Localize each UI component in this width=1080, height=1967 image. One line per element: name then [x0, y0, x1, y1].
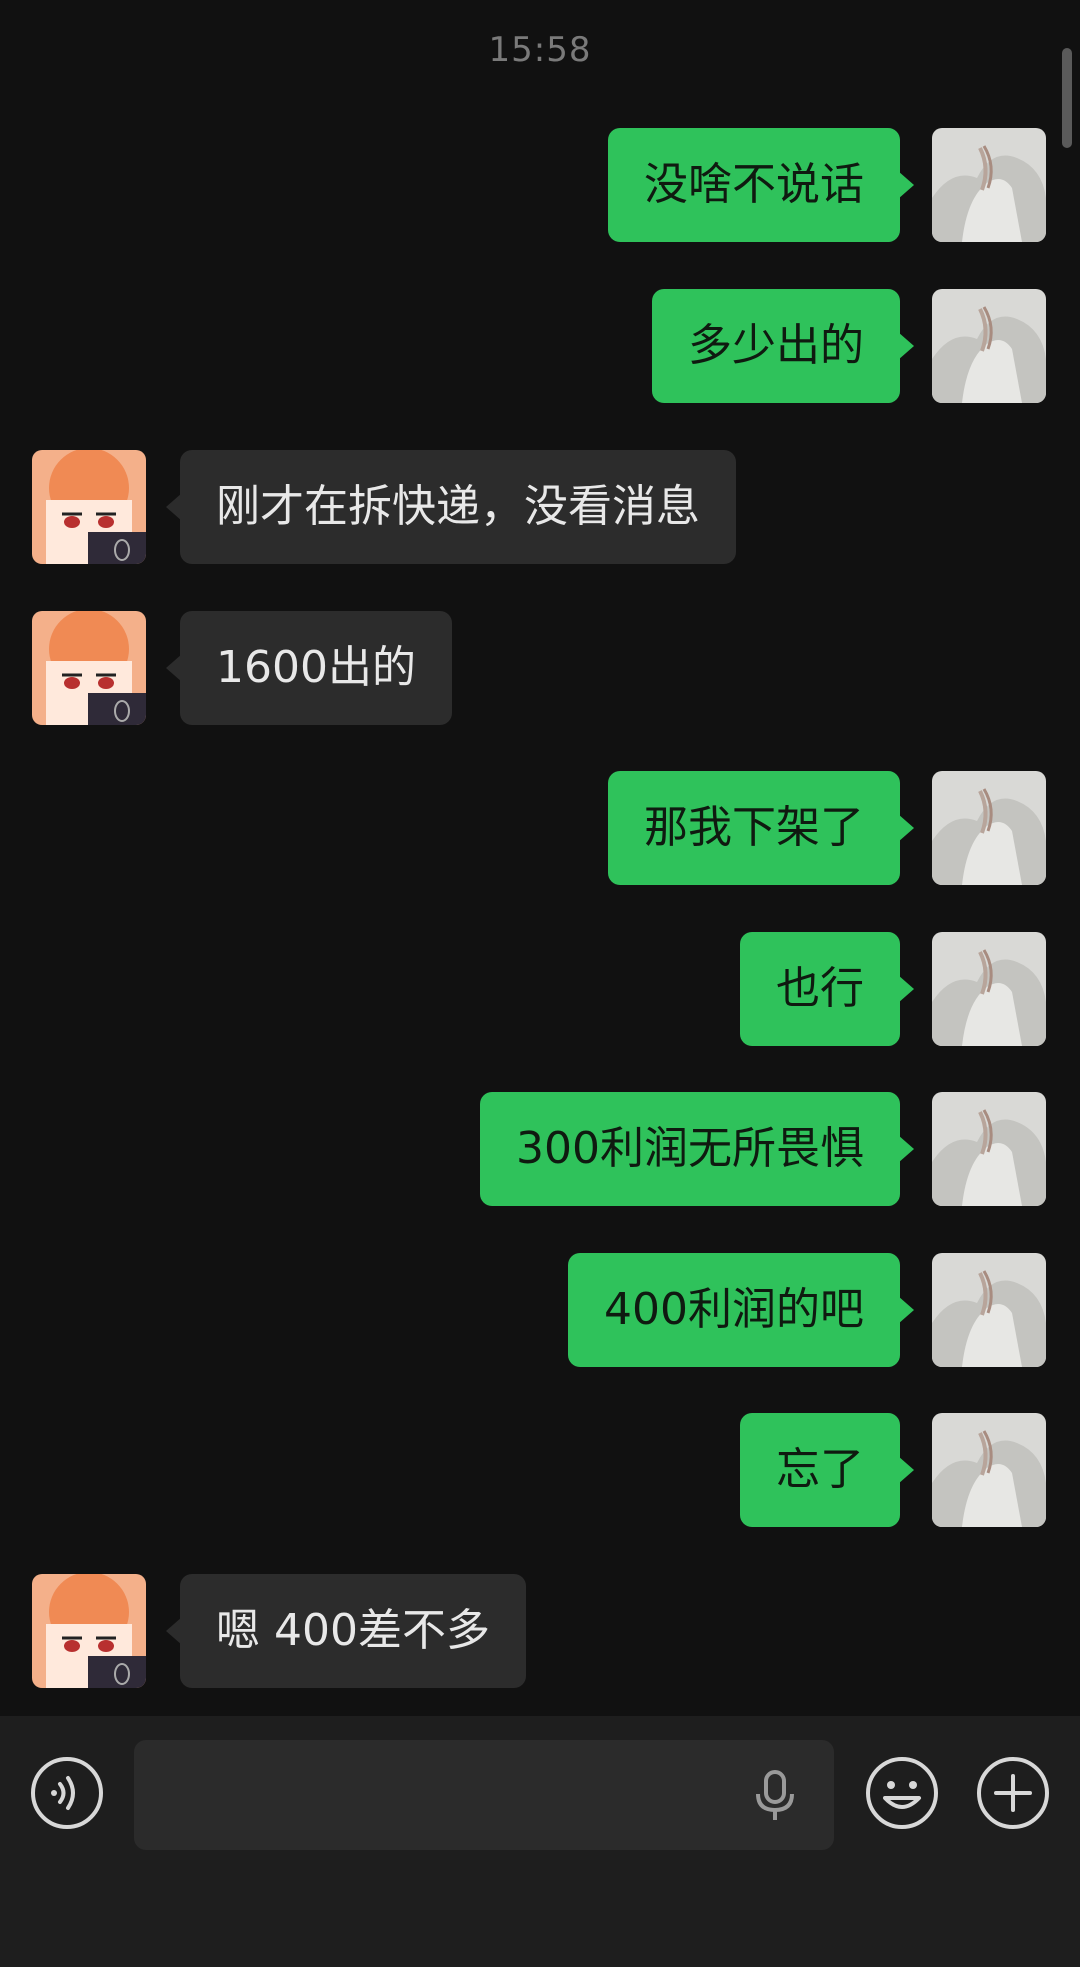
user-avatar[interactable] [932, 289, 1046, 403]
message-row-outgoing: 没啥不说话 [0, 128, 1080, 242]
message-bubble-outgoing[interactable]: 忘了 [740, 1413, 914, 1527]
message-row-outgoing: 300利润无所畏惧 [0, 1092, 1080, 1206]
message-bubble-outgoing[interactable]: 多少出的 [652, 289, 914, 403]
message-bubble-outgoing[interactable]: 300利润无所畏惧 [480, 1092, 914, 1206]
message-row-outgoing: 忘了 [0, 1413, 1080, 1527]
message-bubble-outgoing[interactable]: 那我下架了 [608, 771, 914, 885]
user-avatar[interactable] [932, 1092, 1046, 1206]
message-input[interactable] [134, 1740, 834, 1850]
message-text: 忘了 [776, 1444, 864, 1495]
user-avatar[interactable] [932, 771, 1046, 885]
input-bar [0, 1716, 1080, 1967]
message-timestamp: 15:58 [488, 30, 592, 70]
contact-avatar[interactable] [32, 450, 146, 564]
message-row-outgoing: 也行 [0, 932, 1080, 1046]
message-bubble-outgoing[interactable]: 没啥不说话 [608, 128, 914, 242]
message-text: 也行 [776, 963, 864, 1014]
message-bubble-outgoing[interactable]: 400利润的吧 [568, 1253, 914, 1367]
message-text: 嗯 400差不多 [216, 1605, 490, 1656]
message-text: 没啥不说话 [644, 159, 864, 210]
user-avatar[interactable] [932, 128, 1046, 242]
user-avatar[interactable] [932, 932, 1046, 1046]
message-bubble-outgoing[interactable]: 也行 [740, 932, 914, 1046]
message-text: 300利润无所畏惧 [516, 1123, 864, 1174]
emoji-icon[interactable] [865, 1756, 939, 1830]
contact-avatar[interactable] [32, 1574, 146, 1688]
microphone-icon[interactable] [750, 1768, 800, 1824]
contact-avatar[interactable] [32, 611, 146, 725]
message-text: 多少出的 [688, 320, 864, 371]
user-avatar[interactable] [932, 1253, 1046, 1367]
message-text: 1600出的 [216, 642, 416, 693]
message-bubble-incoming[interactable]: 1600出的 [166, 611, 452, 725]
chat-area[interactable]: 15:58 没啥不说话 多少出的 刚才在拆快递，没看消息 1600出的 那我下架… [0, 0, 1080, 1716]
message-row-incoming: 刚才在拆快递，没看消息 [0, 450, 1080, 564]
voice-message-icon[interactable] [30, 1756, 104, 1830]
message-bubble-incoming[interactable]: 刚才在拆快递，没看消息 [166, 450, 736, 564]
message-row-outgoing: 那我下架了 [0, 771, 1080, 885]
message-row-incoming: 嗯 400差不多 [0, 1574, 1080, 1688]
message-bubble-incoming[interactable]: 嗯 400差不多 [166, 1574, 526, 1688]
message-row-outgoing: 多少出的 [0, 289, 1080, 403]
message-row-incoming: 1600出的 [0, 611, 1080, 725]
message-text: 400利润的吧 [604, 1284, 864, 1335]
message-text: 刚才在拆快递，没看消息 [216, 481, 700, 532]
message-row-outgoing: 400利润的吧 [0, 1253, 1080, 1367]
plus-icon[interactable] [976, 1756, 1050, 1830]
user-avatar[interactable] [932, 1413, 1046, 1527]
message-text: 那我下架了 [644, 802, 864, 853]
